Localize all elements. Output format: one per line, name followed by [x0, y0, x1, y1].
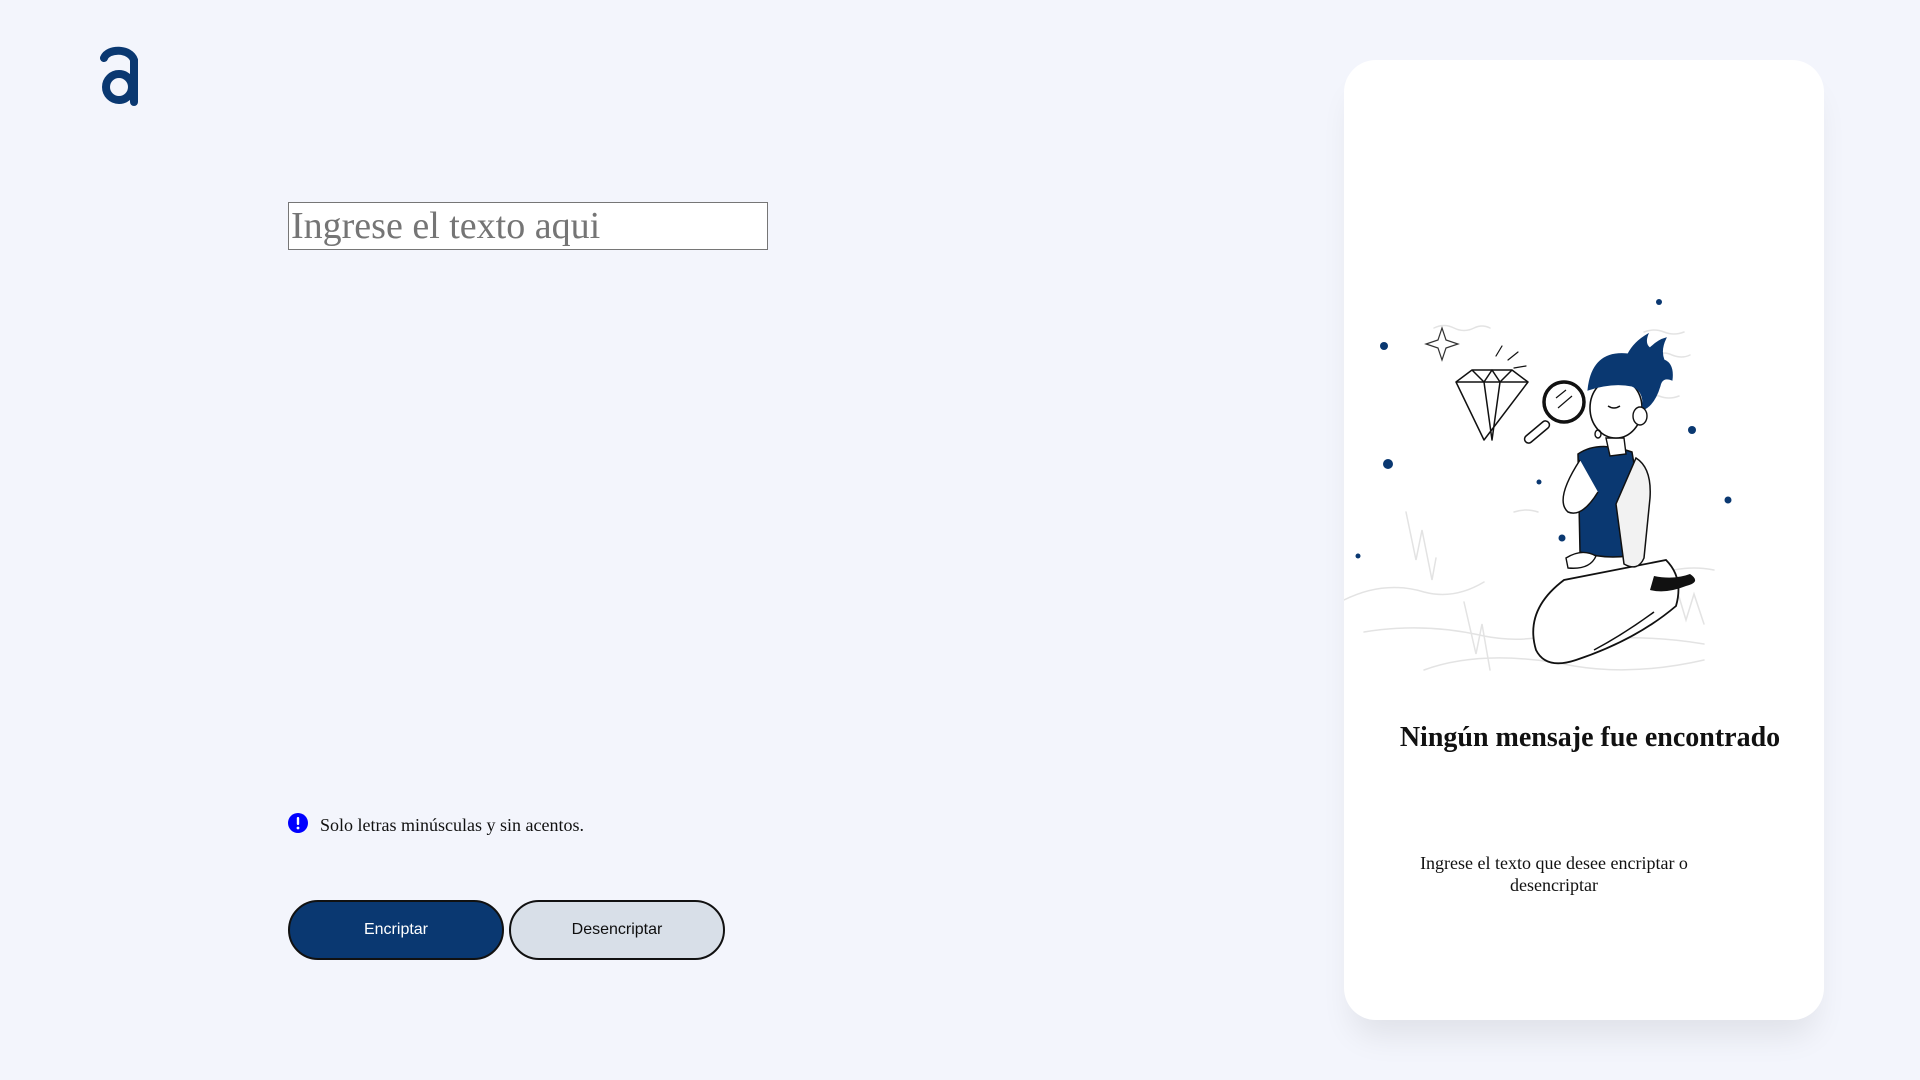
result-title: Ningún mensaje fue encontrado [1399, 722, 1781, 753]
text-input[interactable] [288, 202, 768, 250]
decrypt-button[interactable]: Desencriptar [509, 900, 725, 960]
hint-text: Solo letras minúsculas y sin acentos. [320, 815, 584, 835]
result-subtitle: Ingrese el texto que desee encriptar o d… [1420, 853, 1688, 895]
person-with-magnifying-glass-illustration [1344, 299, 1732, 671]
alura-a-logo-icon [100, 46, 138, 106]
exclamation-circle-icon [288, 812, 308, 833]
hint: Solo letras minúsculas y sin acentos. [288, 812, 584, 836]
result-panel: Ningún mensaje fue encontrado Ingrese el… [1344, 60, 1824, 1020]
encrypt-button[interactable]: Encriptar [288, 900, 504, 960]
